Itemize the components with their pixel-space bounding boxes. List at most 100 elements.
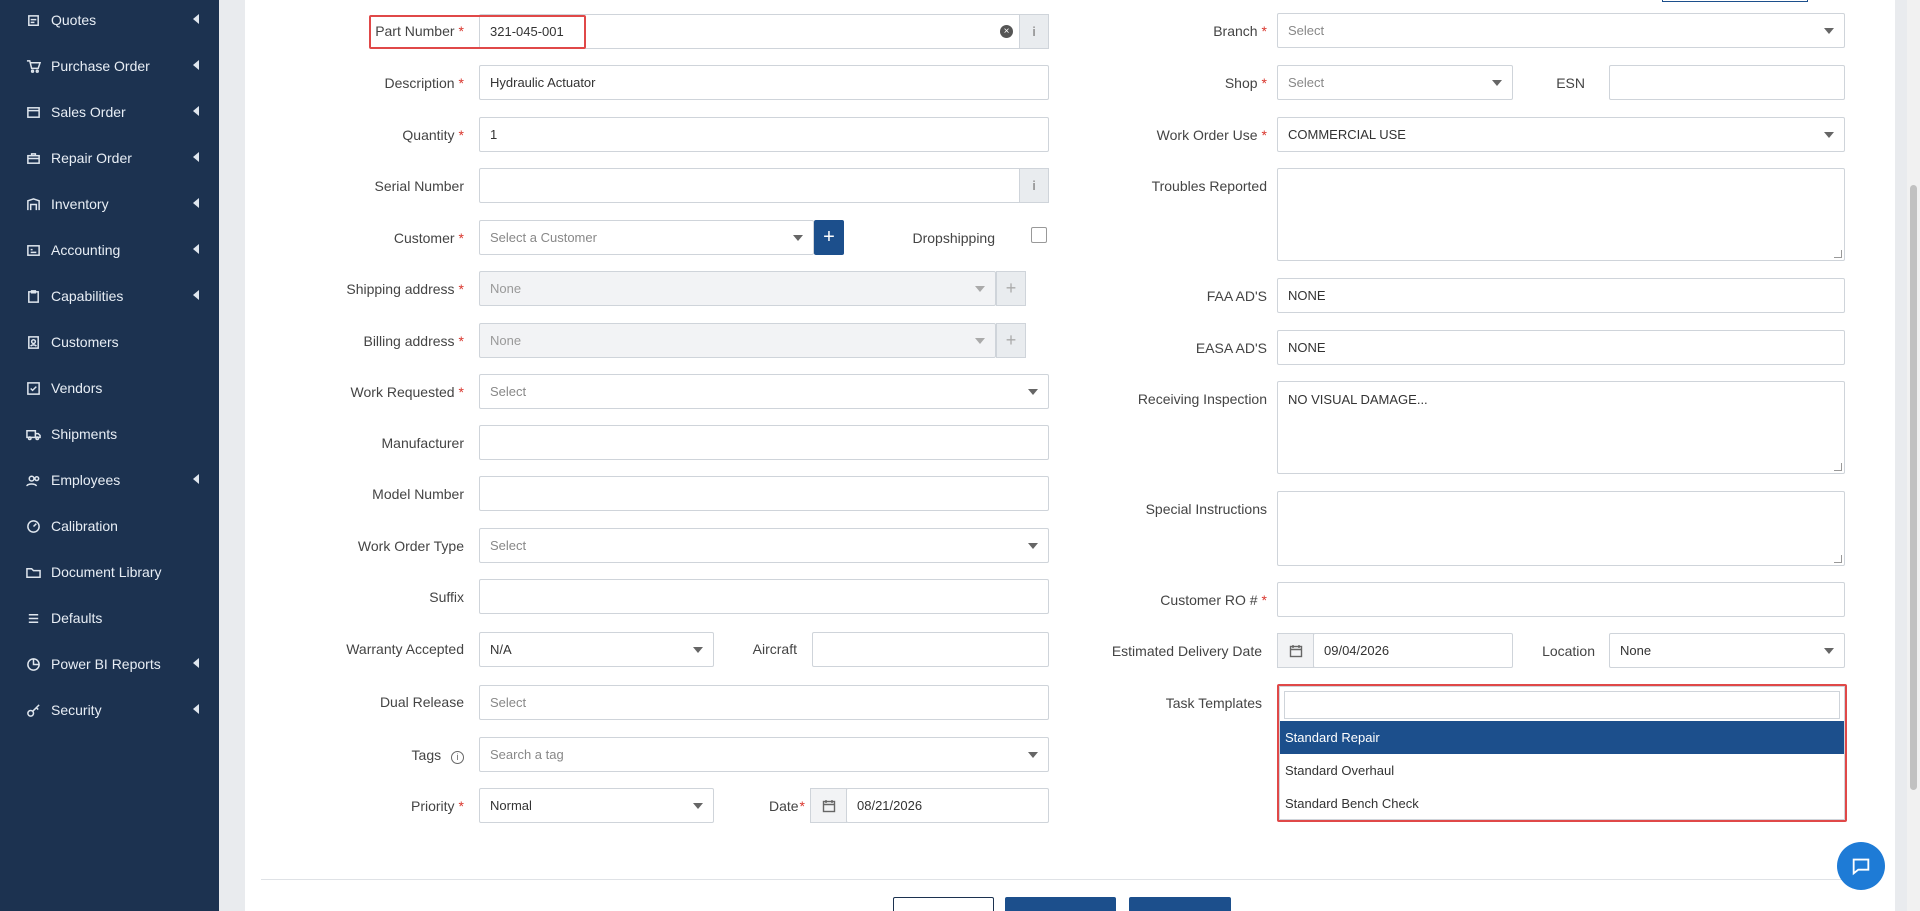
sidebar-item-label: Shipments (51, 426, 118, 442)
esn-input[interactable] (1609, 65, 1845, 100)
chevron-down-icon (1824, 132, 1834, 138)
sidebar-item-defaults[interactable]: Defaults (0, 598, 219, 638)
sidebar-item-label: Sales Order (51, 104, 126, 120)
scrollbar-thumb[interactable] (1910, 185, 1917, 790)
dropshipping-checkbox[interactable] (1031, 227, 1047, 243)
resize-handle-icon[interactable] (1834, 463, 1842, 471)
faa-ads-input[interactable]: NONE (1277, 278, 1845, 313)
warranty-accepted-select[interactable]: N/A (479, 632, 714, 667)
part-number-input[interactable]: 321-045-001 (479, 14, 1049, 49)
save-new-button[interactable] (1129, 897, 1231, 911)
add-shipping-address-button[interactable]: + (996, 271, 1026, 306)
sidebar-item-label: Security (51, 702, 102, 718)
branch-label: Branch * (1213, 23, 1267, 39)
card-icon (25, 104, 41, 120)
chat-icon (1852, 858, 1870, 876)
sidebar-item-calibration[interactable]: Calibration (0, 506, 219, 546)
chevron-left-icon (193, 290, 199, 300)
work-order-type-select[interactable]: Select (479, 528, 1049, 563)
sidebar-item-label: Employees (51, 472, 121, 488)
work-order-type-label: Work Order Type (357, 538, 464, 554)
sidebar-item-repair-order[interactable]: Repair Order (0, 138, 219, 178)
date-input[interactable]: 08/21/2026 (846, 788, 1049, 823)
sidebar-item-accounting[interactable]: Accounting (0, 230, 219, 270)
date-label: Date* (768, 798, 805, 814)
shop-select[interactable]: Select (1277, 65, 1513, 100)
warranty-accepted-label: Warranty Accepted (346, 641, 464, 657)
key-icon (25, 702, 41, 718)
resize-handle-icon[interactable] (1834, 555, 1842, 563)
sidebar-item-label: Inventory (51, 196, 109, 212)
clear-icon[interactable]: × (1000, 25, 1013, 38)
sidebar-item-capabilities[interactable]: Capabilities (0, 276, 219, 316)
chevron-left-icon (193, 658, 199, 668)
scrollbar[interactable] (1907, 0, 1920, 911)
serial-number-label: Serial Number (374, 178, 464, 194)
aircraft-input[interactable] (812, 632, 1049, 667)
calendar-icon[interactable] (1277, 633, 1314, 668)
location-select[interactable]: None (1609, 633, 1845, 668)
customer-ro-label: Customer RO # * (1160, 592, 1267, 608)
priority-select[interactable]: Normal (479, 788, 714, 823)
customer-ro-input[interactable] (1277, 582, 1845, 617)
dual-release-select[interactable]: Select (479, 685, 1049, 720)
chevron-down-icon (975, 286, 985, 292)
shipping-address-select[interactable]: None (479, 271, 996, 306)
list-icon (25, 610, 41, 626)
sidebar-item-inventory[interactable]: Inventory (0, 184, 219, 224)
estimated-delivery-input[interactable]: 09/04/2026 (1313, 633, 1513, 668)
folder-icon (25, 564, 41, 580)
save-close-button[interactable] (1005, 897, 1116, 911)
sidebar-item-security[interactable]: Security (0, 690, 219, 730)
gauge-icon (25, 518, 41, 534)
special-instructions-textarea[interactable] (1277, 491, 1845, 566)
dropshipping-label: Dropshipping (912, 230, 996, 246)
sidebar-item-sales-order[interactable]: Sales Order (0, 92, 219, 132)
sidebar-item-shipments[interactable]: Shipments (0, 414, 219, 454)
sidebar-item-customers[interactable]: Customers (0, 322, 219, 362)
info-circle-icon[interactable]: i (451, 751, 464, 764)
task-templates-search-input[interactable] (1284, 691, 1840, 719)
cancel-button[interactable] (893, 897, 994, 911)
add-billing-address-button[interactable]: + (996, 323, 1026, 358)
top-button-edge[interactable] (1662, 0, 1808, 2)
sidebar-item-document-library[interactable]: Document Library (0, 552, 219, 592)
quantity-input[interactable]: 1 (479, 117, 1049, 152)
serial-number-input[interactable] (479, 168, 1049, 203)
receiving-inspection-textarea[interactable]: NO VISUAL DAMAGE... (1277, 381, 1845, 474)
chat-button[interactable] (1837, 842, 1885, 890)
description-input[interactable]: Hydraulic Actuator (479, 65, 1049, 100)
customer-select[interactable]: Select a Customer (479, 220, 814, 255)
description-label: Description * (384, 75, 464, 91)
sidebar-item-quotes[interactable]: Quotes (0, 0, 219, 40)
troubles-reported-textarea[interactable] (1277, 168, 1845, 261)
customer-label: Customer * (393, 230, 464, 246)
easa-ads-input[interactable]: NONE (1277, 330, 1845, 365)
model-number-label: Model Number (372, 486, 464, 502)
warehouse-icon (25, 196, 41, 212)
tags-select[interactable]: Search a tag (479, 737, 1049, 772)
task-template-option-standard-overhaul[interactable]: Standard Overhaul (1280, 754, 1844, 787)
model-number-input[interactable] (479, 476, 1049, 511)
billing-address-label: Billing address * (363, 333, 464, 349)
calendar-icon[interactable] (810, 788, 847, 823)
resize-handle-icon[interactable] (1834, 250, 1842, 258)
sidebar-item-label: Capabilities (51, 288, 124, 304)
sidebar-item-label: Defaults (51, 610, 103, 626)
sidebar-item-employees[interactable]: Employees (0, 460, 219, 500)
sidebar-item-power-bi-reports[interactable]: Power BI Reports (0, 644, 219, 684)
branch-select[interactable]: Select (1277, 13, 1845, 48)
suffix-input[interactable] (479, 579, 1049, 614)
esn-label: ESN (1556, 75, 1585, 91)
billing-address-select[interactable]: None (479, 323, 996, 358)
work-requested-select[interactable]: Select (479, 374, 1049, 409)
add-customer-button[interactable]: + (814, 220, 844, 255)
manufacturer-input[interactable] (479, 425, 1049, 460)
task-template-option-standard-repair[interactable]: Standard Repair (1280, 721, 1844, 754)
estimated-delivery-label: Estimated Delivery Date (1111, 643, 1262, 659)
sidebar-item-vendors[interactable]: Vendors (0, 368, 219, 408)
task-template-option-standard-bench-check[interactable]: Standard Bench Check (1280, 787, 1844, 820)
dual-release-label: Dual Release (379, 694, 464, 710)
work-order-use-select[interactable]: COMMERCIAL USE (1277, 117, 1845, 152)
sidebar-item-purchase-order[interactable]: Purchase Order (0, 46, 219, 86)
